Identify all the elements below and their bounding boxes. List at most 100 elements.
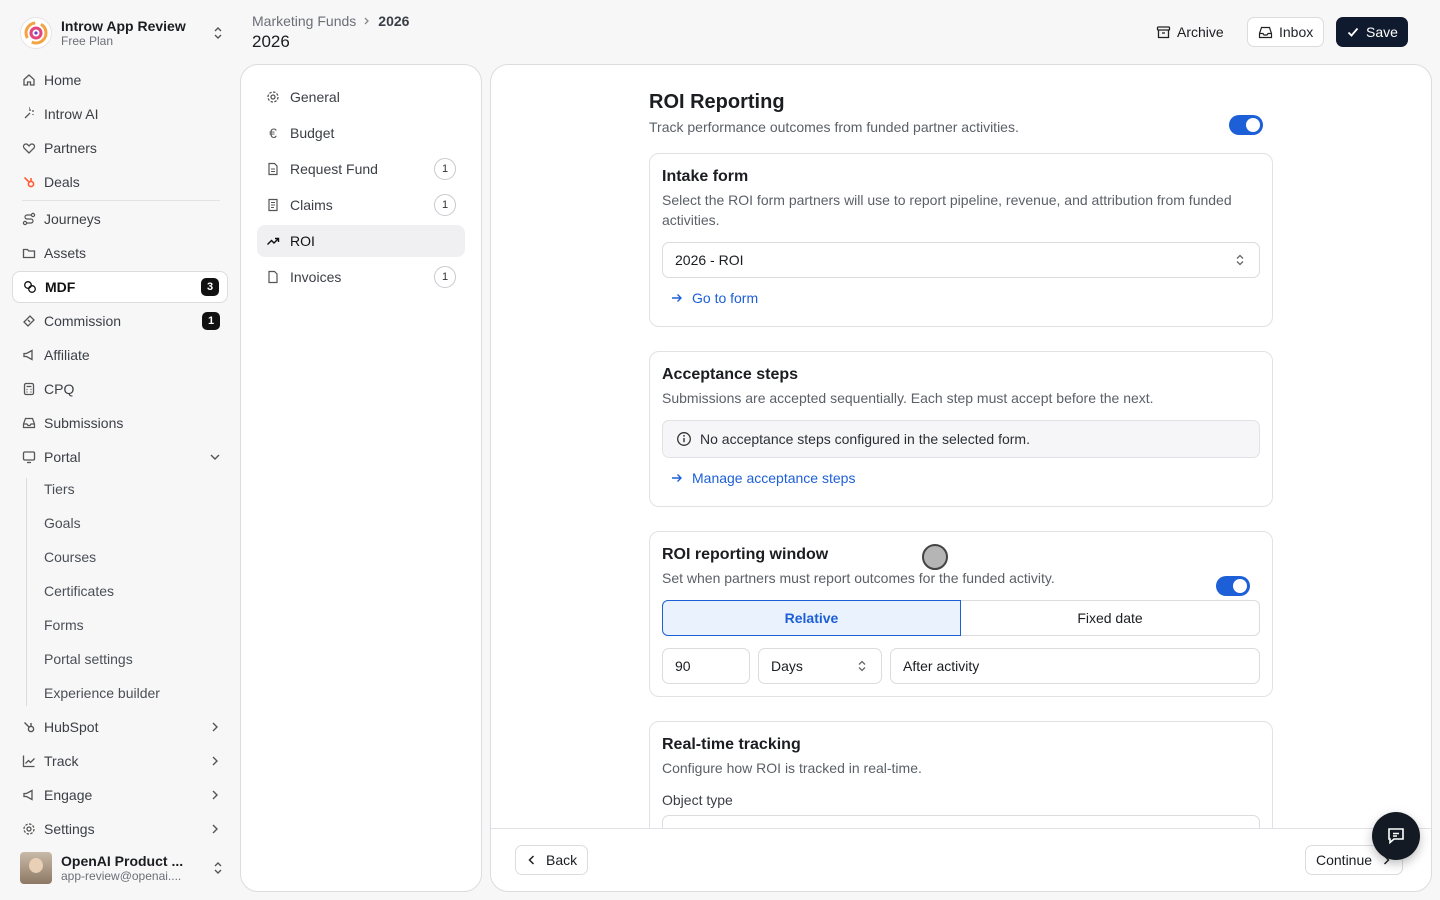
sidebar-item-hubspot[interactable]: HubSpot	[12, 712, 228, 742]
section-label: General	[290, 89, 340, 105]
section-invoices[interactable]: Invoices 1	[257, 261, 465, 293]
check-icon	[1347, 27, 1359, 37]
avatar	[20, 852, 52, 884]
coins-icon	[23, 280, 37, 294]
sidebar-item-engage[interactable]: Engage	[12, 780, 228, 810]
inbox-button[interactable]: Inbox	[1247, 17, 1325, 47]
window-mode-segmented: Relative Fixed date	[662, 600, 1260, 636]
window-unit-value: Days	[771, 658, 803, 674]
section-budget[interactable]: € Budget	[257, 117, 465, 149]
sidebar-item-settings[interactable]: Settings	[12, 814, 228, 844]
sidebar-item-label: Commission	[44, 313, 122, 329]
user-menu[interactable]: OpenAI Product ... app-review@openai....	[20, 850, 226, 886]
go-to-form-label: Go to form	[692, 290, 759, 306]
acceptance-description: Submissions are accepted sequentially. E…	[662, 390, 1154, 406]
go-to-form-link[interactable]: Go to form	[670, 290, 758, 306]
sidebar-item-label: Affiliate	[44, 347, 90, 363]
manage-acceptance-steps-link[interactable]: Manage acceptance steps	[670, 470, 855, 486]
workspace-name: Introw App Review	[61, 18, 186, 34]
roi-enabled-toggle[interactable]	[1229, 115, 1263, 135]
intake-form-select[interactable]: 2026 - ROI	[662, 242, 1260, 278]
realtime-title: Real-time tracking	[662, 736, 801, 753]
sidebar-subitem-forms[interactable]: Forms	[44, 611, 84, 639]
section-count-badge: 1	[434, 158, 456, 180]
window-anchor-select[interactable]: After activity	[890, 648, 1260, 684]
window-description: Set when partners must report outcomes f…	[662, 570, 1055, 586]
chevron-right-icon	[212, 824, 218, 834]
acceptance-info-text: No acceptance steps configured in the se…	[700, 431, 1030, 447]
chevron-left-icon	[528, 855, 535, 865]
back-button[interactable]: Back	[515, 845, 589, 875]
sidebar-item-assets[interactable]: Assets	[12, 238, 228, 268]
sidebar-item-track[interactable]: Track	[12, 746, 228, 776]
mdf-count-badge: 3	[201, 278, 219, 296]
sidebar-item-label: Settings	[44, 821, 95, 837]
sidebar-item-submissions[interactable]: Submissions	[12, 408, 228, 438]
portal-subtree-line	[26, 478, 27, 706]
section-general[interactable]: General	[257, 81, 465, 113]
sidebar-item-home[interactable]: Home	[12, 65, 228, 95]
chat-icon	[1388, 828, 1404, 845]
window-unit-select[interactable]: Days	[758, 648, 882, 684]
megaphone-icon	[22, 348, 36, 362]
sidebar-item-label: Track	[44, 753, 79, 769]
archive-icon	[1156, 25, 1171, 38]
window-amount-value: 90	[675, 658, 691, 674]
sidebar-item-affiliate[interactable]: Affiliate	[12, 340, 228, 370]
sidebar-subitem-courses[interactable]: Courses	[44, 543, 96, 571]
sidebar-item-label: MDF	[45, 279, 76, 295]
chat-support-button[interactable]	[1372, 812, 1420, 860]
continue-label: Continue	[1316, 852, 1373, 868]
sidebar-item-introw-ai[interactable]: Introw AI	[12, 99, 228, 129]
sidebar-item-commission[interactable]: Commission 1	[12, 306, 228, 336]
object-type-label: Object type	[662, 792, 733, 808]
sidebar-subitem-experience-builder[interactable]: Experience builder	[44, 679, 160, 707]
sidebar-item-deals[interactable]: Deals	[12, 167, 228, 197]
sidebar-subitem-goals[interactable]: Goals	[44, 509, 81, 537]
handshake-icon	[22, 141, 36, 155]
sidebar-item-label: CPQ	[44, 381, 75, 397]
intake-description: Select the ROI form partners will use to…	[662, 192, 1232, 228]
mode-fixed-date-tab[interactable]: Fixed date	[961, 600, 1260, 636]
user-name: OpenAI Product ...	[61, 853, 184, 869]
chevron-up-down-icon	[214, 27, 222, 39]
window-enabled-toggle[interactable]	[1216, 576, 1250, 596]
window-amount-input[interactable]: 90	[662, 648, 750, 684]
breadcrumb: Marketing Funds 2026	[252, 13, 409, 29]
chevron-up-down-icon	[858, 660, 866, 672]
page-title: 2026	[252, 32, 290, 51]
section-label: ROI	[290, 233, 315, 249]
hubspot-icon	[22, 720, 36, 734]
chevron-right-icon	[362, 16, 372, 26]
sparkle-icon	[22, 107, 36, 121]
inbox-icon	[22, 416, 36, 430]
sidebar-item-partners[interactable]: Partners	[12, 133, 228, 163]
save-button[interactable]: Save	[1336, 17, 1408, 47]
section-request-fund[interactable]: Request Fund 1	[257, 153, 465, 185]
sidebar-item-cpq[interactable]: CPQ	[12, 374, 228, 404]
hubspot-icon	[22, 175, 36, 189]
section-roi[interactable]: ROI	[257, 225, 465, 257]
trend-up-icon	[266, 234, 280, 248]
archive-button[interactable]: Archive	[1146, 17, 1234, 47]
cursor-indicator	[922, 544, 948, 570]
sidebar-subitem-certificates[interactable]: Certificates	[44, 577, 114, 605]
breadcrumb-parent[interactable]: Marketing Funds	[252, 13, 356, 29]
section-label: Claims	[290, 197, 333, 213]
sidebar-item-journeys[interactable]: Journeys	[12, 204, 228, 234]
user-email: app-review@openai....	[61, 869, 182, 883]
workspace-logo	[20, 17, 52, 49]
workspace-switcher[interactable]: Introw App Review Free Plan	[20, 16, 226, 50]
gear-icon	[22, 822, 36, 836]
arrow-right-icon	[672, 474, 682, 482]
section-claims[interactable]: Claims 1	[257, 189, 465, 221]
sidebar-item-portal[interactable]: Portal	[12, 442, 228, 472]
mode-relative-tab[interactable]: Relative	[662, 600, 961, 636]
workspace-plan: Free Plan	[61, 34, 114, 48]
chevron-up-down-icon	[1236, 254, 1244, 266]
sidebar-item-mdf[interactable]: MDF 3	[12, 271, 228, 303]
intake-form-value: 2026 - ROI	[675, 252, 744, 268]
breadcrumb-current: 2026	[378, 13, 410, 29]
sidebar-subitem-portal-settings[interactable]: Portal settings	[44, 645, 133, 673]
sidebar-subitem-tiers[interactable]: Tiers	[44, 475, 75, 503]
